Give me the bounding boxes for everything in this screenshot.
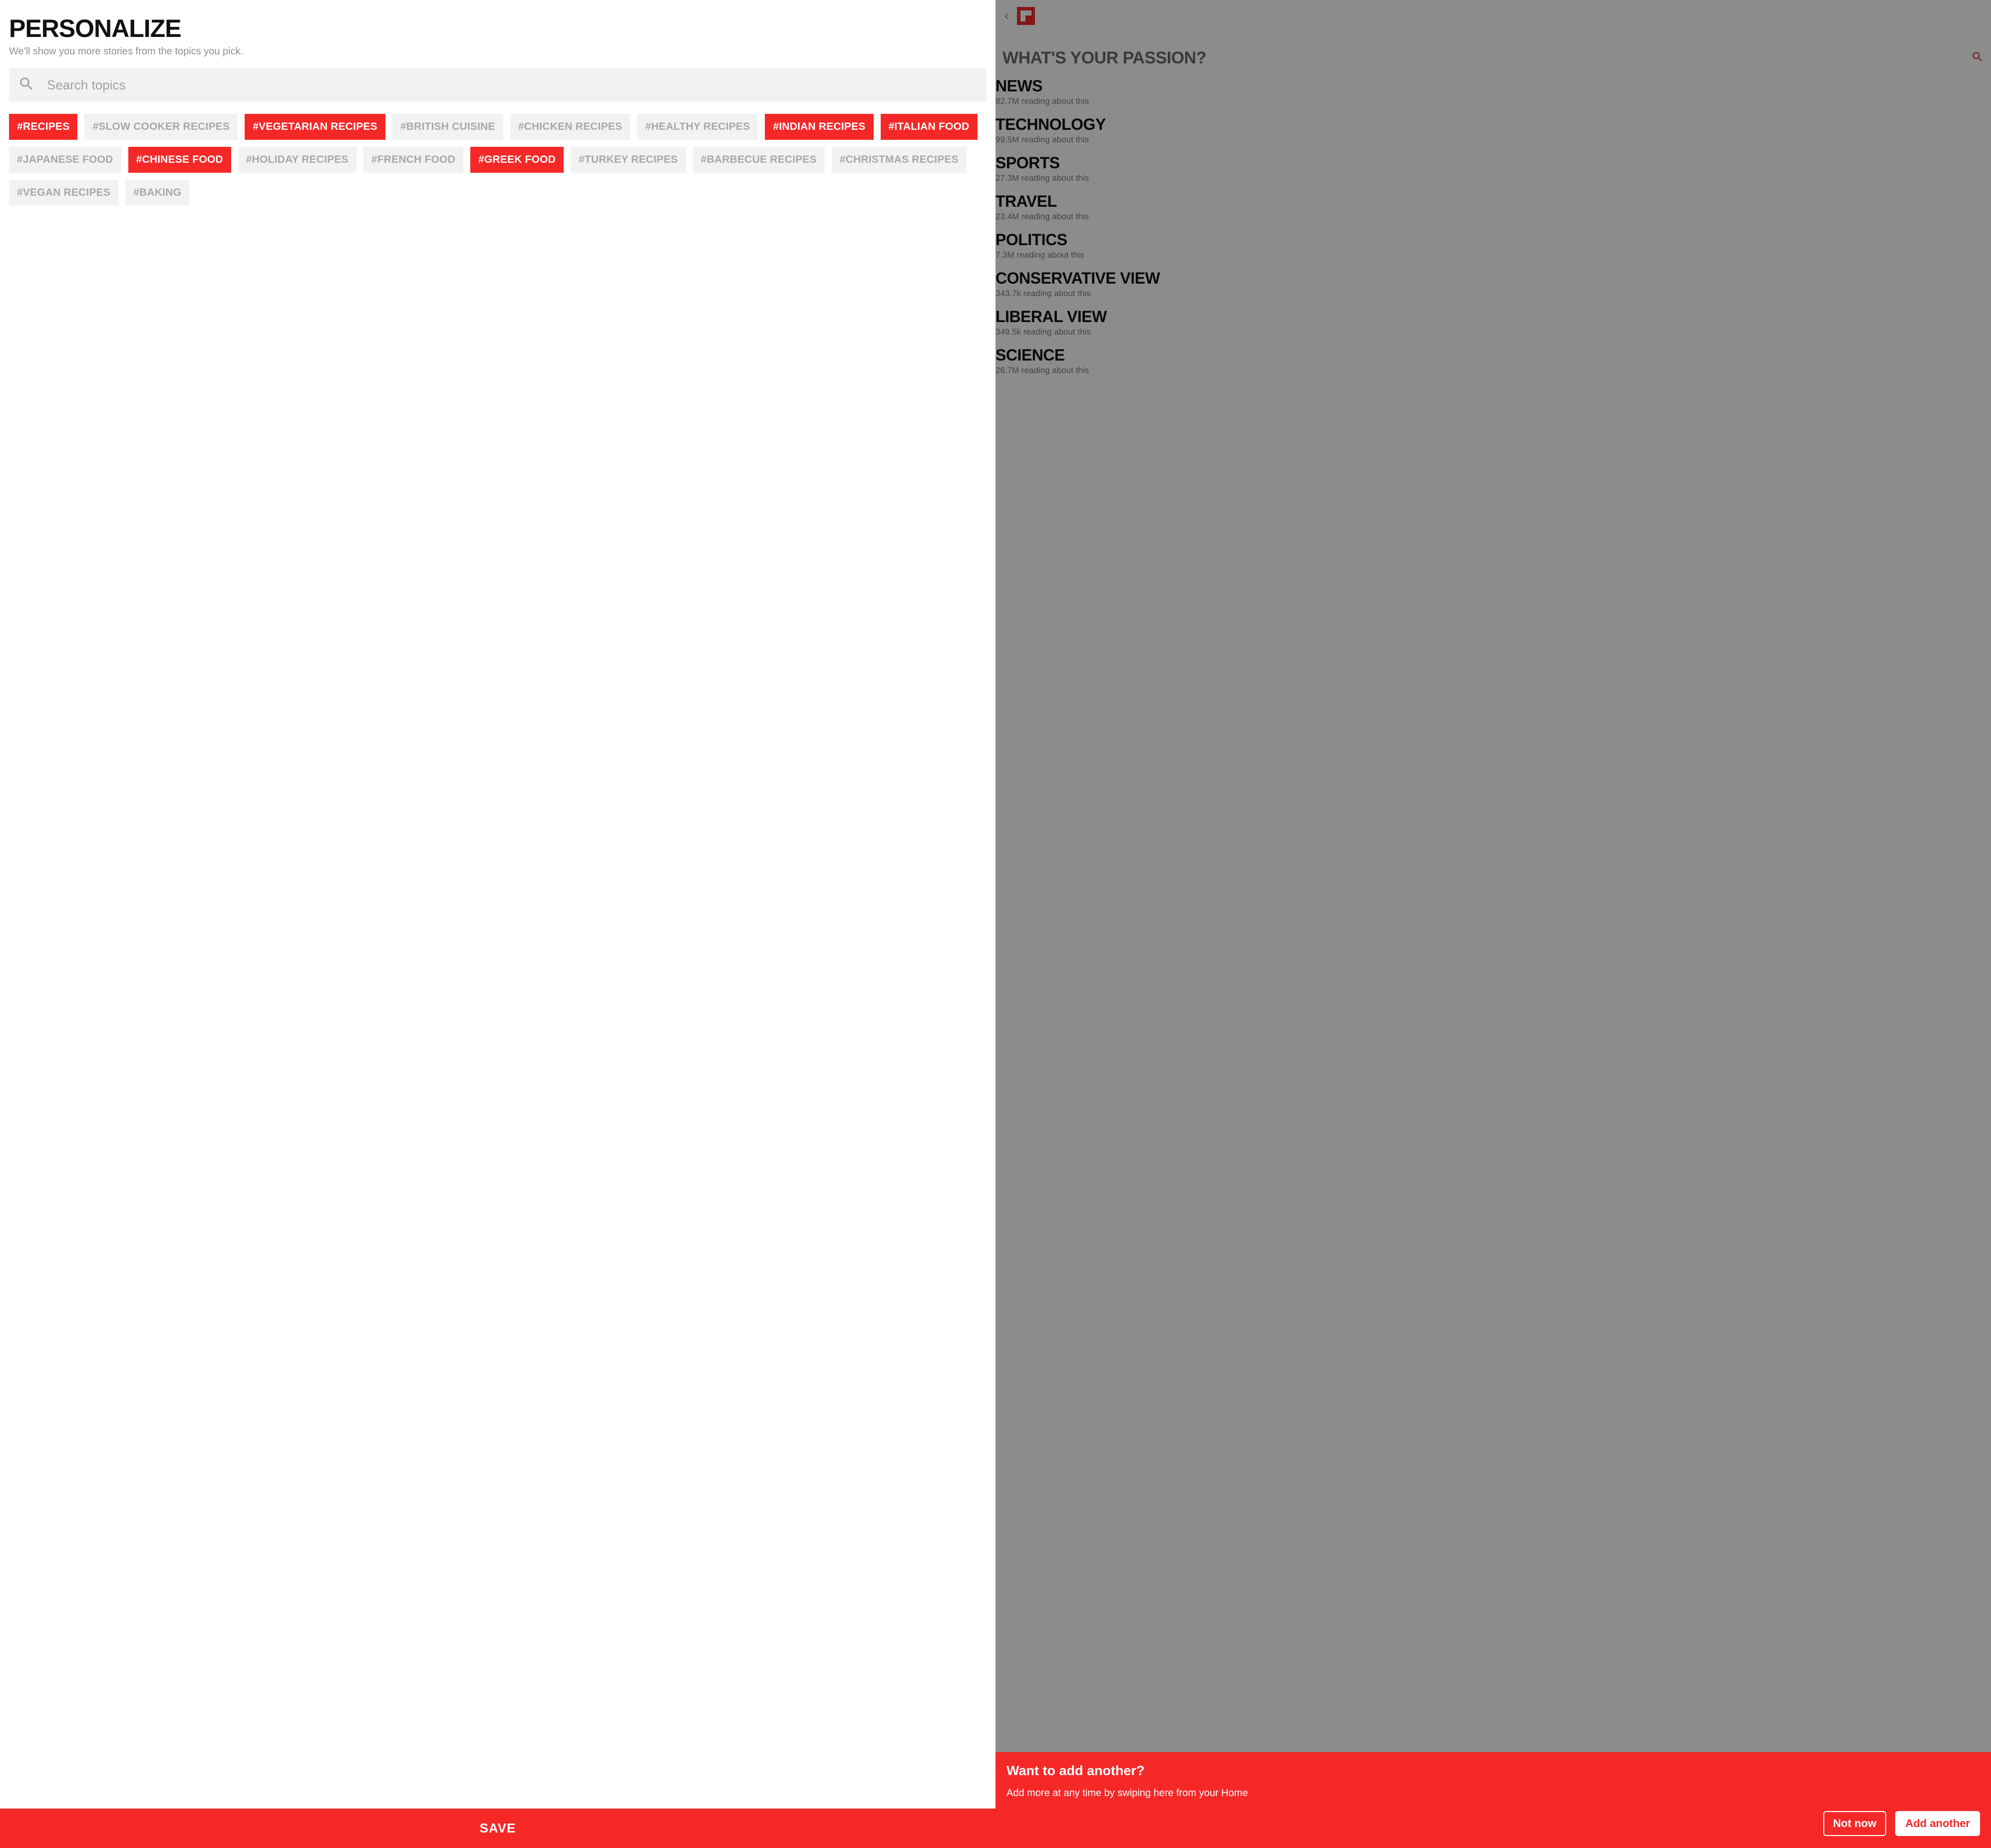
sheet-buttons: Not now Add another xyxy=(1006,1811,1980,1836)
passion-subtitle: 99.5M reading about this xyxy=(996,135,1984,145)
sheet-title: Want to add another? xyxy=(1006,1763,1980,1779)
topic-chip[interactable]: #RECIPES xyxy=(9,114,77,140)
topic-chip[interactable]: #CHICKEN RECIPES xyxy=(510,114,631,140)
passion-name: TECHNOLOGY xyxy=(996,115,1984,134)
passion-name: SPORTS xyxy=(996,154,1984,172)
passion-name: SCIENCE xyxy=(996,346,1984,365)
topic-chip-list: #RECIPES #SLOW COOKER RECIPES #VEGETARIAN … xyxy=(9,114,987,206)
passion-subtitle: 27.3M reading about this xyxy=(996,173,1984,183)
search-icon[interactable] xyxy=(1971,50,1984,66)
passion-subtitle: 349.5k reading about this xyxy=(996,327,1984,337)
passion-subtitle: 7.3M reading about this xyxy=(996,250,1984,260)
passion-name: TRAVEL xyxy=(996,192,1984,211)
topic-chip[interactable]: #VEGETARIAN RECIPES xyxy=(245,114,385,140)
topic-chip[interactable]: #ITALIAN FOOD xyxy=(881,114,978,140)
passion-subtitle: 23.4M reading about this xyxy=(996,212,1984,222)
passion-subtitle: 82.7M reading about this xyxy=(996,96,1984,106)
page-title: PERSONALIZE xyxy=(9,14,987,43)
flipboard-logo-icon xyxy=(1017,7,1035,25)
add-another-button[interactable]: Add another xyxy=(1895,1811,1980,1836)
topic-chip[interactable]: #BARBECUE RECIPES xyxy=(693,147,825,173)
passion-list: NEWS82.7M reading about thisTECHNOLOGY99… xyxy=(996,73,1991,387)
search-input[interactable] xyxy=(47,77,978,93)
passion-item[interactable]: TECHNOLOGY99.5M reading about this xyxy=(996,111,1984,150)
passion-item[interactable]: SCIENCE26.7M reading about this xyxy=(996,342,1984,380)
passion-content: ‹ WHAT'S YOUR PASSION? NEWS82.7M reading… xyxy=(996,0,1991,1848)
save-button[interactable]: SAVE xyxy=(0,1809,996,1848)
passion-item[interactable]: TRAVEL23.4M reading about this xyxy=(996,188,1984,227)
topic-chip[interactable]: #SLOW COOKER RECIPES xyxy=(84,114,238,140)
topic-chip[interactable]: #TURKEY RECIPES xyxy=(571,147,686,173)
page-subtitle: We'll show you more stories from the top… xyxy=(9,46,987,57)
personalize-pane: PERSONALIZE We'll show you more stories … xyxy=(0,0,996,1848)
passion-name: LIBERAL VIEW xyxy=(996,308,1984,326)
passion-name: POLITICS xyxy=(996,231,1984,249)
passion-name: NEWS xyxy=(996,77,1984,95)
topic-chip[interactable]: #HEALTHY RECIPES xyxy=(637,114,758,140)
passion-header: WHAT'S YOUR PASSION? xyxy=(996,28,1991,73)
passion-subtitle: 343.7k reading about this xyxy=(996,289,1984,299)
topic-chip[interactable]: #CHINESE FOOD xyxy=(128,147,231,173)
passion-item[interactable]: NEWS82.7M reading about this xyxy=(996,73,1984,111)
add-another-sheet: Want to add another? Add more at any tim… xyxy=(996,1752,1991,1848)
topic-chip[interactable]: #INDIAN RECIPES xyxy=(765,114,873,140)
passion-pane: ‹ WHAT'S YOUR PASSION? NEWS82.7M reading… xyxy=(996,0,1991,1848)
passion-title: WHAT'S YOUR PASSION? xyxy=(1002,48,1206,68)
topic-chip[interactable]: #BAKING xyxy=(125,180,189,206)
passion-subtitle: 26.7M reading about this xyxy=(996,366,1984,375)
passion-item[interactable]: POLITICS7.3M reading about this xyxy=(996,227,1984,265)
passion-item[interactable]: SPORTS27.3M reading about this xyxy=(996,150,1984,188)
topic-chip[interactable]: #HOLIDAY RECIPES xyxy=(238,147,356,173)
sheet-body: Add more at any time by swiping here fro… xyxy=(1006,1787,1980,1800)
topic-chip[interactable]: #FRENCH FOOD xyxy=(363,147,463,173)
search-bar[interactable] xyxy=(9,68,987,102)
topic-chip[interactable]: #VEGAN RECIPES xyxy=(9,180,118,206)
back-icon[interactable]: ‹ xyxy=(1001,6,1012,25)
topic-chip[interactable]: #BRITISH CUISINE xyxy=(392,114,503,140)
topic-chip[interactable]: #CHRISTMAS RECIPES xyxy=(832,147,967,173)
passion-item[interactable]: LIBERAL VIEW349.5k reading about this xyxy=(996,304,1984,342)
top-bar: ‹ xyxy=(996,0,1991,28)
search-icon xyxy=(18,75,35,95)
topic-chip[interactable]: #JAPANESE FOOD xyxy=(9,147,121,173)
not-now-button[interactable]: Not now xyxy=(1823,1811,1887,1836)
topic-chip[interactable]: #GREEK FOOD xyxy=(470,147,564,173)
passion-item[interactable]: CONSERVATIVE VIEW343.7k reading about th… xyxy=(996,265,1984,304)
passion-name: CONSERVATIVE VIEW xyxy=(996,269,1984,288)
